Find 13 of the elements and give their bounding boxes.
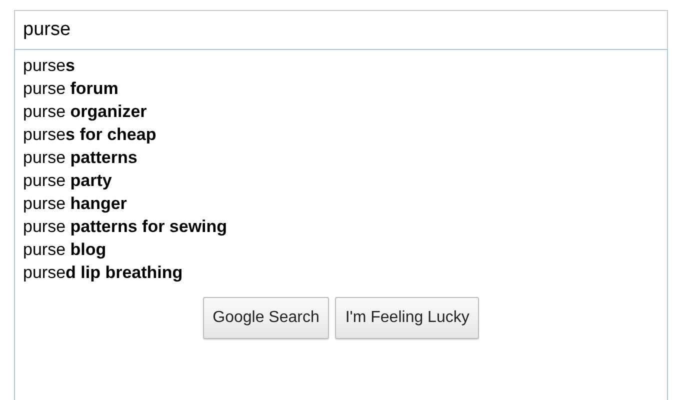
suggestion-item[interactable]: purse party [15, 169, 667, 192]
suggestion-item[interactable]: purse patterns [15, 146, 667, 169]
suggestion-item[interactable]: purse forum [15, 77, 667, 100]
search-field[interactable]: purse [14, 10, 668, 50]
suggestion-item[interactable]: purse blog [15, 238, 667, 261]
search-button[interactable]: I'm Feeling Lucky [335, 297, 480, 339]
suggestion-item[interactable]: purse patterns for sewing [15, 215, 667, 238]
suggestion-item[interactable]: pursed lip breathing [15, 261, 667, 284]
search-button[interactable]: Google Search [202, 297, 330, 339]
suggestion-item[interactable]: purse organizer [15, 100, 667, 123]
suggestion-item[interactable]: purses for cheap [15, 123, 667, 146]
suggestion-item[interactable]: purses [15, 54, 667, 77]
suggestion-item[interactable]: purse hanger [15, 192, 667, 215]
